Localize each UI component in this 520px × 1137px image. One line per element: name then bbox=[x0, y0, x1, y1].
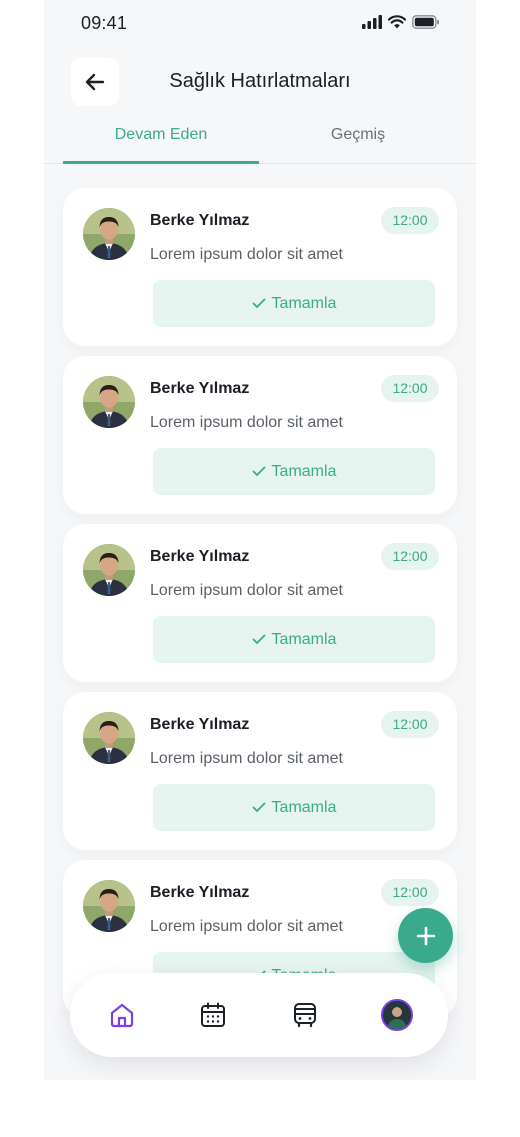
check-icon bbox=[252, 466, 265, 476]
add-reminder-button[interactable] bbox=[398, 908, 453, 963]
avatar bbox=[83, 208, 135, 260]
reminder-description: Lorem ipsum dolor sit amet bbox=[150, 246, 343, 263]
reminder-description: Lorem ipsum dolor sit amet bbox=[150, 582, 343, 599]
home-icon bbox=[110, 1003, 134, 1028]
avatar bbox=[83, 712, 135, 764]
avatar bbox=[83, 544, 135, 596]
time-badge: 12:00 bbox=[381, 879, 439, 906]
person-avatar-icon bbox=[83, 376, 135, 428]
person-avatar-icon bbox=[83, 880, 135, 932]
patient-name: Berke Yılmaz bbox=[150, 380, 250, 397]
battery-icon bbox=[412, 15, 439, 29]
page-title: Sağlık Hatırlatmaları bbox=[169, 70, 351, 92]
calendar-icon bbox=[201, 1002, 225, 1027]
status-bar: 09:41 bbox=[44, 0, 476, 48]
complete-button[interactable]: Tamamla bbox=[153, 616, 435, 663]
reminder-card: Berke Yılmaz 12:00 Lorem ipsum dolor sit… bbox=[63, 356, 457, 514]
tab-devam-eden[interactable]: Devam Eden bbox=[63, 112, 259, 164]
time-badge: 12:00 bbox=[381, 207, 439, 234]
complete-button-label: Tamamla bbox=[271, 798, 337, 816]
check-icon bbox=[252, 298, 265, 308]
complete-button[interactable]: Tamamla bbox=[153, 280, 435, 327]
reminder-card: Berke Yılmaz 12:00 Lorem ipsum dolor sit… bbox=[63, 524, 457, 682]
page: 09:41 Sağlık Hatırlatmaları Devam Eden G… bbox=[0, 0, 520, 1137]
plus-icon bbox=[416, 926, 435, 945]
nav-bus[interactable] bbox=[289, 999, 321, 1031]
patient-name: Berke Yılmaz bbox=[150, 212, 250, 229]
status-time: 09:41 bbox=[81, 13, 128, 33]
reminder-card: Berke Yılmaz 12:00 Lorem ipsum dolor sit… bbox=[63, 692, 457, 850]
reminder-description: Lorem ipsum dolor sit amet bbox=[150, 750, 343, 767]
bus-icon bbox=[294, 1003, 316, 1028]
check-icon bbox=[252, 802, 265, 812]
status-icons bbox=[362, 15, 440, 29]
time-badge: 12:00 bbox=[381, 375, 439, 402]
complete-button-label: Tamamla bbox=[271, 630, 337, 648]
patient-name: Berke Yılmaz bbox=[150, 884, 250, 901]
time-badge: 12:00 bbox=[381, 711, 439, 738]
phone-screen: 09:41 Sağlık Hatırlatmaları Devam Eden G… bbox=[44, 0, 476, 1080]
person-avatar-icon bbox=[83, 712, 135, 764]
header: Sağlık Hatırlatmaları bbox=[44, 56, 476, 108]
avatar bbox=[83, 376, 135, 428]
complete-button[interactable]: Tamamla bbox=[153, 784, 435, 831]
wifi-icon bbox=[388, 15, 406, 29]
complete-button-label: Tamamla bbox=[271, 294, 337, 312]
profile-avatar bbox=[383, 1001, 411, 1029]
reminder-description: Lorem ipsum dolor sit amet bbox=[150, 918, 343, 935]
tab-gecmis[interactable]: Geçmiş bbox=[260, 112, 456, 164]
patient-name: Berke Yılmaz bbox=[150, 548, 250, 565]
avatar bbox=[83, 880, 135, 932]
complete-button-label: Tamamla bbox=[271, 462, 337, 480]
time-badge: 12:00 bbox=[381, 543, 439, 570]
nav-profile-avatar[interactable] bbox=[381, 999, 413, 1031]
complete-button[interactable]: Tamamla bbox=[153, 448, 435, 495]
person-avatar-icon bbox=[83, 208, 135, 260]
nav-home[interactable] bbox=[106, 999, 138, 1031]
person-avatar-icon bbox=[83, 544, 135, 596]
reminder-list: Berke Yılmaz 12:00 Lorem ipsum dolor sit… bbox=[63, 188, 457, 1028]
nav-calendar[interactable] bbox=[197, 999, 229, 1031]
tabs: Devam Eden Geçmiş bbox=[44, 112, 476, 164]
patient-name: Berke Yılmaz bbox=[150, 716, 250, 733]
check-icon bbox=[252, 634, 265, 644]
signal-icon bbox=[362, 15, 382, 29]
bottom-nav bbox=[70, 973, 448, 1057]
reminder-description: Lorem ipsum dolor sit amet bbox=[150, 414, 343, 431]
reminder-card: Berke Yılmaz 12:00 Lorem ipsum dolor sit… bbox=[63, 188, 457, 346]
